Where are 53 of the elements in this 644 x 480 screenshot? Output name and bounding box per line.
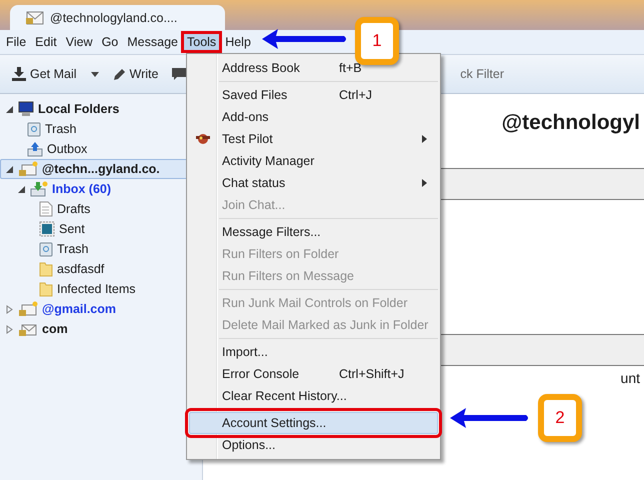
pencil-icon (112, 68, 126, 80)
computer-icon (18, 101, 34, 117)
pilot-icon (195, 132, 211, 146)
chat-bubble-icon[interactable] (172, 68, 186, 80)
download-icon (12, 67, 26, 81)
expand-toggle-icon[interactable] (5, 164, 14, 174)
folder-label: Sent (59, 222, 85, 236)
folder-label: com (42, 322, 68, 336)
account-icon (18, 161, 38, 177)
trash-icon (27, 121, 41, 137)
folder-label: Infected Items (57, 282, 136, 296)
quick-filter-label[interactable]: ck Filter (460, 67, 504, 81)
account-title: @technologyl (502, 111, 640, 135)
trash-icon (39, 241, 53, 257)
menu-title[interactable]: Edit (32, 34, 60, 50)
write-button[interactable]: Write (110, 64, 160, 84)
dropdown-caret-icon[interactable] (90, 72, 99, 76)
menu-item[interactable]: Options... (189, 434, 438, 456)
folder-label: Trash (45, 122, 76, 136)
menu-item[interactable]: Clear Recent History... (189, 385, 438, 407)
outbox-icon (27, 141, 43, 157)
folder-icon (39, 281, 53, 297)
folder-label: Local Folders (38, 102, 120, 116)
folder-label: asdfasdf (57, 262, 104, 276)
menu-title[interactable]: Go (98, 34, 122, 50)
menu-title[interactable]: View (62, 34, 96, 50)
mail-tab[interactable]: @technologyland.co.... (10, 5, 225, 30)
folder-icon (39, 261, 53, 277)
expand-toggle-icon[interactable] (5, 304, 14, 314)
get-mail-button[interactable]: Get Mail (10, 64, 79, 84)
folder-label: @techn...gyland.co. (42, 162, 160, 176)
folder-label: @gmail.com (42, 302, 116, 316)
link-text[interactable]: unt (620, 370, 640, 386)
step-badge: 2 (538, 394, 582, 442)
folder-label: Inbox (60) (52, 182, 112, 196)
account-icon (18, 301, 38, 317)
menu-title[interactable]: Message (124, 34, 181, 50)
folder-label: Outbox (47, 142, 88, 156)
expand-toggle-icon[interactable] (5, 324, 14, 334)
menu-title[interactable]: File (3, 34, 30, 50)
tab-title: @technologyland.co.... (50, 10, 178, 24)
document-icon (39, 201, 53, 217)
menu-item[interactable]: Import... (189, 341, 438, 363)
menu-title[interactable]: Tools (184, 34, 220, 50)
folder-label: Trash (57, 242, 88, 256)
stamp-icon (39, 221, 55, 237)
envelope-icon (26, 10, 44, 24)
expand-toggle-icon[interactable] (5, 104, 14, 114)
inbox-icon (30, 181, 48, 197)
folder-label: Drafts (57, 202, 90, 216)
expand-toggle-icon[interactable] (17, 184, 26, 194)
menu-title[interactable]: Help (222, 34, 254, 50)
menu-item[interactable]: Error Console Ctrl+Shift+J (189, 363, 438, 385)
